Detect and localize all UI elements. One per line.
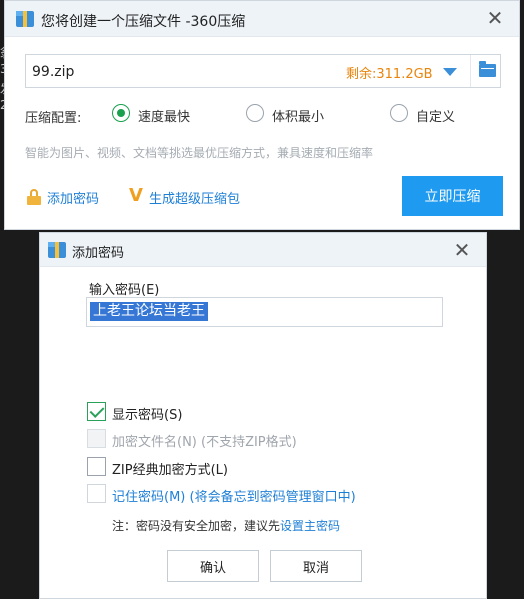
radio-label: 体积最小: [272, 110, 325, 125]
free-space-label: 剩余:311.2GB: [346, 67, 433, 82]
password-dialog-titlebar[interactable]: 添加密码 ✕: [40, 233, 486, 267]
chevron-down-icon[interactable]: [443, 68, 457, 76]
add-password-dialog: 添加密码 ✕ 输入密码(E) 上老王论坛当老王 显示密码(S) 加密文件名(N)…: [39, 232, 487, 599]
lock-icon: [27, 189, 41, 205]
compress-window-title: 您将创建一个压缩文件 -360压缩: [41, 14, 246, 30]
checkbox-box: [87, 429, 106, 448]
folder-icon: [479, 61, 496, 77]
super-package-label: 生成超级压缩包: [149, 192, 241, 207]
password-value: 上老王论坛当老王: [90, 302, 208, 321]
radio-label: 速度最快: [138, 110, 191, 125]
radio-circle: [112, 104, 130, 122]
password-input[interactable]: 上老王论坛当老王: [86, 297, 443, 327]
close-icon[interactable]: ✕: [483, 6, 507, 30]
password-dialog-title: 添加密码: [72, 246, 125, 261]
checkbox-label: 加密文件名(N) (不支持ZIP格式): [112, 435, 297, 450]
add-password-label: 添加密码: [47, 192, 100, 207]
radio-circle: [390, 104, 408, 122]
set-master-password-link[interactable]: 设置主密码: [280, 519, 340, 533]
checkbox-box: [87, 402, 106, 421]
checkbox-label: ZIP经典加密方式(L): [112, 463, 228, 478]
checkbox-box: [87, 457, 106, 476]
radio-circle: [246, 104, 264, 122]
compress-now-button[interactable]: 立即压缩: [402, 176, 503, 216]
output-path-field[interactable]: 剩余:311.2GB: [25, 54, 501, 88]
radio-label: 自定义: [416, 110, 456, 125]
compress-hint: 智能为图片、视频、文档等挑选最优压缩方式，兼具速度和压缩率: [25, 146, 374, 160]
output-path-input[interactable]: [32, 61, 332, 83]
super-v-icon: V: [129, 185, 143, 206]
cancel-button[interactable]: 取消: [270, 550, 362, 582]
security-note: 注：密码没有安全加密，建议先设置主密码: [112, 517, 340, 534]
zip-app-icon: [16, 11, 34, 27]
password-input-label: 输入密码(E): [89, 283, 160, 298]
checkbox-box: [87, 484, 106, 503]
ok-button[interactable]: 确认: [167, 550, 259, 582]
compress-window: 您将创建一个压缩文件 -360压缩 ✕ 剩余:311.2GB 压缩配置: 速度最…: [4, 0, 520, 230]
compress-config-label: 压缩配置:: [25, 111, 82, 126]
security-note-text: 注：密码没有安全加密，建议先: [112, 519, 281, 533]
checkbox-label: 显示密码(S): [112, 408, 183, 423]
browse-folder-button[interactable]: [470, 55, 502, 87]
checkbox-label: 记住密码(M) (将会备忘到密码管理窗口中): [112, 490, 356, 505]
close-icon[interactable]: ✕: [450, 238, 474, 262]
compress-window-titlebar[interactable]: 您将创建一个压缩文件 -360压缩 ✕: [5, 1, 519, 37]
zip-app-icon: [48, 242, 66, 258]
